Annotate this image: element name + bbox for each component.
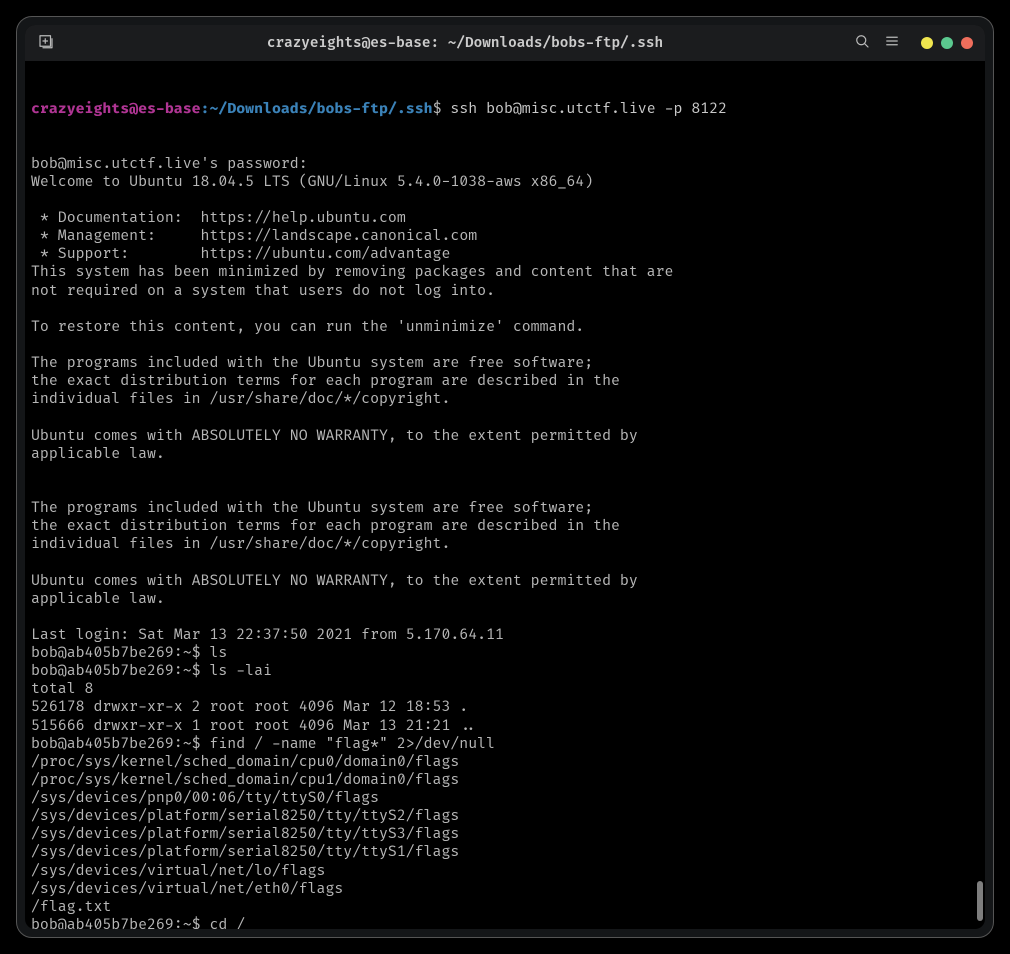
terminal-output-line: Last login: Sat Mar 13 22:37:50 2021 fro… [31,627,979,645]
terminal-output-line: bob@ab405b7be269:~$ cd / [31,917,979,929]
terminal-output-line: * Documentation: https://help.ubuntu.com [31,210,979,228]
prompt-symbol: $ [433,101,451,118]
terminal-output-line [31,301,979,319]
terminal-output-line: The programs included with the Ubuntu sy… [31,500,979,518]
terminal-output-line: /sys/devices/platform/serial8250/tty/tty… [31,826,979,844]
terminal-output-line: applicable law. [31,446,979,464]
new-tab-icon[interactable] [37,32,55,55]
titlebar: crazyeights@es-base: ~/Downloads/bobs-ft… [25,25,985,61]
hamburger-menu-icon[interactable] [883,32,901,55]
terminal-output-line [31,482,979,500]
window-controls [921,37,973,49]
terminal-output-line: Ubuntu comes with ABSOLUTELY NO WARRANTY… [31,428,979,446]
scrollbar-thumb[interactable] [977,881,983,921]
terminal-output-line: /sys/devices/pnp0/00:06/tty/ttyS0/flags [31,790,979,808]
terminal-output-line: the exact distribution terms for each pr… [31,518,979,536]
terminal-output-line: 526178 drwxr-xr-x 2 root root 4096 Mar 1… [31,699,979,717]
terminal-output-line: Ubuntu comes with ABSOLUTELY NO WARRANTY… [31,573,979,591]
terminal-output-line: * Management: https://landscape.canonica… [31,228,979,246]
terminal-output-line [31,464,979,482]
terminal-inner: crazyeights@es-base: ~/Downloads/bobs-ft… [25,25,985,929]
terminal-output-line: /proc/sys/kernel/sched_domain/cpu1/domai… [31,772,979,790]
minimize-button[interactable] [921,37,933,49]
terminal-output-line: total 8 [31,681,979,699]
terminal-output-line: This system has been minimized by removi… [31,264,979,282]
maximize-button[interactable] [941,37,953,49]
terminal-output-line: /sys/devices/platform/serial8250/tty/tty… [31,844,979,862]
terminal-body[interactable]: crazyeights@es-base:~/Downloads/bobs-ftp… [25,61,985,929]
terminal-output-line: bob@ab405b7be269:~$ ls [31,645,979,663]
terminal-output-line: /proc/sys/kernel/sched_domain/cpu0/domai… [31,754,979,772]
terminal-output-line [31,409,979,427]
terminal-output-line [31,609,979,627]
terminal-output-line: /sys/devices/virtual/net/eth0/flags [31,881,979,899]
terminal-output-line: Welcome to Ubuntu 18.04.5 LTS (GNU/Linux… [31,174,979,192]
prompt-path: ~/Downloads/bobs-ftp/.ssh [209,101,432,118]
terminal-output-line: /flag.txt [31,899,979,917]
terminal-output-line [31,554,979,572]
terminal-output-line: applicable law. [31,591,979,609]
prompt-line: crazyeights@es-base:~/Downloads/bobs-ftp… [31,101,979,119]
window-title: crazyeights@es-base: ~/Downloads/bobs-ft… [77,35,853,52]
terminal-output-line: To restore this content, you can run the… [31,319,979,337]
terminal-output-line: individual files in /usr/share/doc/*/cop… [31,536,979,554]
terminal-output-line: /sys/devices/platform/serial8250/tty/tty… [31,808,979,826]
terminal-output-line: bob@misc.utctf.live's password: [31,156,979,174]
terminal-output-line: bob@ab405b7be269:~$ find / -name "flag*"… [31,736,979,754]
terminal-output-line: /sys/devices/virtual/net/lo/flags [31,863,979,881]
search-icon[interactable] [853,32,871,55]
prompt-user: crazyeights@es-base [31,101,201,118]
terminal-output-line: the exact distribution terms for each pr… [31,373,979,391]
terminal-output-line [31,192,979,210]
terminal-window: crazyeights@es-base: ~/Downloads/bobs-ft… [16,16,994,938]
terminal-output-line: 515666 drwxr-xr-x 1 root root 4096 Mar 1… [31,718,979,736]
terminal-output-line: individual files in /usr/share/doc/*/cop… [31,391,979,409]
terminal-output-line: The programs included with the Ubuntu sy… [31,355,979,373]
command-text: ssh bob@misc.utctf.live -p 8122 [450,101,727,118]
terminal-output-line: * Support: https://ubuntu.com/advantage [31,246,979,264]
terminal-output-line: not required on a system that users do n… [31,283,979,301]
close-button[interactable] [961,37,973,49]
terminal-output-line [31,337,979,355]
terminal-output-line: bob@ab405b7be269:~$ ls -lai [31,663,979,681]
